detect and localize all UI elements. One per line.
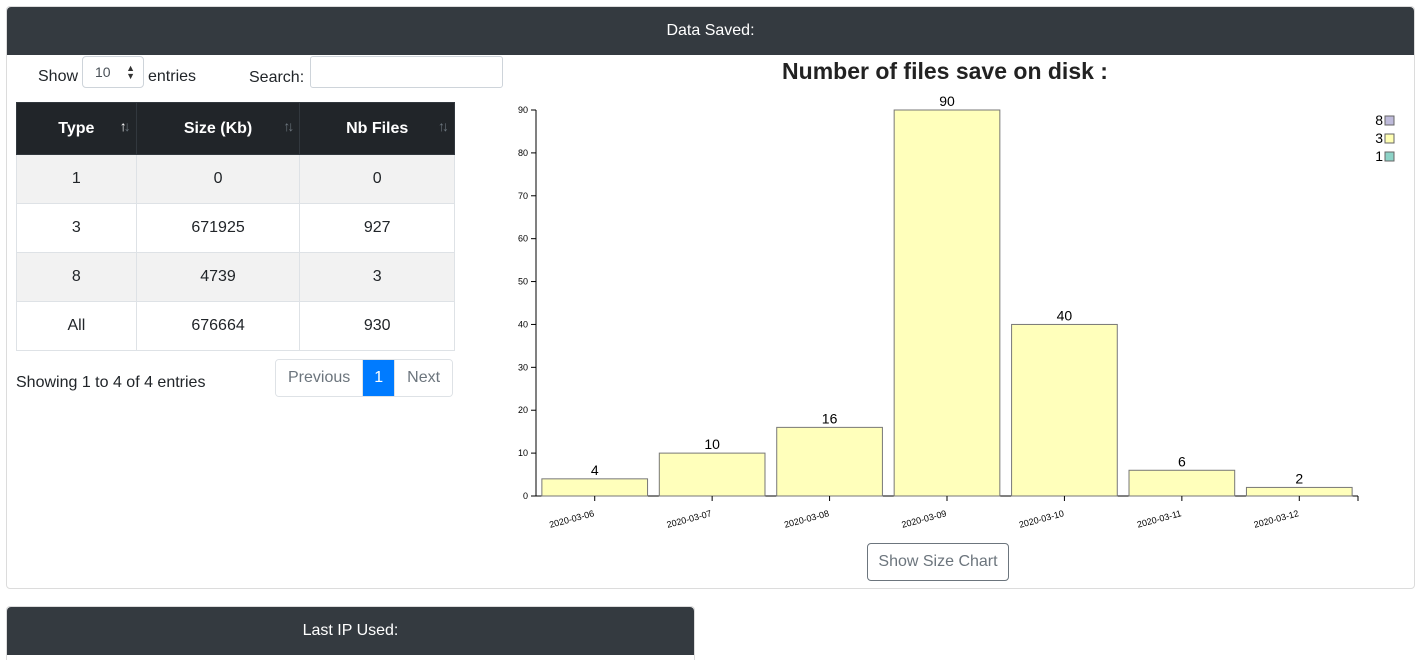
previous-page-button[interactable]: Previous <box>276 360 364 396</box>
x-tick-label: 2020-03-09 <box>900 508 947 530</box>
cell-size: 0 <box>135 154 301 204</box>
show-size-chart-button[interactable]: Show Size Chart <box>867 543 1009 581</box>
cell-size: 671925 <box>135 203 301 253</box>
column-header-label: Nb Files <box>346 119 409 137</box>
data-label: 16 <box>822 410 838 426</box>
y-tick-label: 70 <box>518 191 528 201</box>
cell-type: 1 <box>16 154 137 204</box>
data-label: 90 <box>939 93 955 109</box>
legend-swatch <box>1384 115 1395 126</box>
cell-nb-files: 930 <box>299 301 455 351</box>
column-header-type[interactable]: Type ↑↓ <box>16 102 137 155</box>
table-row: All 676664 930 <box>16 301 455 351</box>
bar <box>1128 469 1236 497</box>
x-tick-label: 2020-03-11 <box>1136 508 1182 529</box>
page-1-button[interactable]: 1 <box>363 360 395 396</box>
entries-length-value: 10 <box>95 64 111 80</box>
bar <box>893 109 1001 497</box>
pagination: Previous 1 Next <box>275 359 454 397</box>
y-tick-label: 0 <box>523 491 528 501</box>
data-label: 40 <box>1057 307 1073 323</box>
cell-type: 3 <box>16 203 137 253</box>
y-tick-label: 10 <box>518 448 528 458</box>
table-row: 8 4739 3 <box>16 252 455 302</box>
bar <box>1011 323 1118 497</box>
y-tick-label: 40 <box>518 319 528 329</box>
cell-nb-files: 0 <box>299 154 455 204</box>
entries-length-select[interactable]: 10 ▲ ▼ <box>82 56 144 88</box>
cell-type: All <box>16 301 137 351</box>
cell-nb-files: 3 <box>299 252 455 302</box>
data-saved-table: Type ↑↓ Size (Kb) ↑↓ Nb Files ↑↓ 1 0 0 3 67… <box>16 102 455 351</box>
cell-nb-files: 927 <box>299 203 455 253</box>
select-arrows-icon: ▲ ▼ <box>126 63 135 81</box>
legend-swatch <box>1384 133 1395 144</box>
table-row: 1 0 0 <box>16 154 455 204</box>
x-tick-label: 2020-03-08 <box>783 508 830 530</box>
files-bar-chart: 0 10 20 30 40 50 60 70 80 90 4 2020-03-06 10 2020-03-… <box>518 93 1395 530</box>
x-tick-label: 2020-03-06 <box>548 508 595 530</box>
column-header-label: Size (Kb) <box>183 119 253 137</box>
y-tick-label: 50 <box>518 277 528 287</box>
legend-label: 3 <box>1375 130 1383 146</box>
search-label: Search: <box>249 69 305 86</box>
column-header-size[interactable]: Size (Kb) ↑↓ <box>135 102 301 155</box>
column-header-label: Type <box>58 119 95 137</box>
sort-icon: ↑↓ <box>438 118 449 134</box>
bar <box>776 426 883 497</box>
legend-swatch <box>1384 151 1395 162</box>
y-tick-label: 90 <box>518 105 528 115</box>
data-label: 6 <box>1178 453 1186 469</box>
last-ip-card: Last IP Used: <box>6 606 695 660</box>
bar <box>658 452 766 497</box>
table-info: Showing 1 to 4 of 4 entries <box>16 374 206 391</box>
next-page-button[interactable]: Next <box>394 360 453 396</box>
entries-label: entries <box>148 68 197 85</box>
search-input[interactable] <box>310 56 503 88</box>
column-header-nb-files[interactable]: Nb Files ↑↓ <box>299 102 455 155</box>
cell-size: 676664 <box>135 301 301 351</box>
last-ip-header: Last IP Used: <box>7 607 694 655</box>
table-row: 3 671925 927 <box>16 203 455 253</box>
x-tick-label: 2020-03-07 <box>666 508 713 530</box>
sort-asc-icon: ↑↓ <box>119 118 131 134</box>
x-tick-label: 2020-03-12 <box>1253 508 1300 530</box>
show-label: Show <box>38 68 79 85</box>
y-tick-label: 80 <box>518 148 528 158</box>
cell-type: 8 <box>16 252 137 302</box>
x-tick-label: 2020-03-10 <box>1018 508 1065 530</box>
y-tick-label: 60 <box>518 234 528 244</box>
data-label: 4 <box>591 462 599 478</box>
data-label: 10 <box>704 436 720 452</box>
table-header-row: Type ↑↓ Size (Kb) ↑↓ Nb Files ↑↓ <box>16 102 455 155</box>
data-saved-header: Data Saved: <box>7 7 1414 55</box>
bar <box>541 478 649 497</box>
legend-label: 8 <box>1375 112 1383 128</box>
y-tick-label: 30 <box>518 362 528 372</box>
sort-icon: ↑↓ <box>283 118 294 134</box>
bar <box>1245 486 1353 497</box>
y-tick-label: 20 <box>518 405 528 415</box>
cell-size: 4739 <box>135 252 301 302</box>
legend-label: 1 <box>1375 148 1383 164</box>
data-label: 2 <box>1295 470 1303 486</box>
